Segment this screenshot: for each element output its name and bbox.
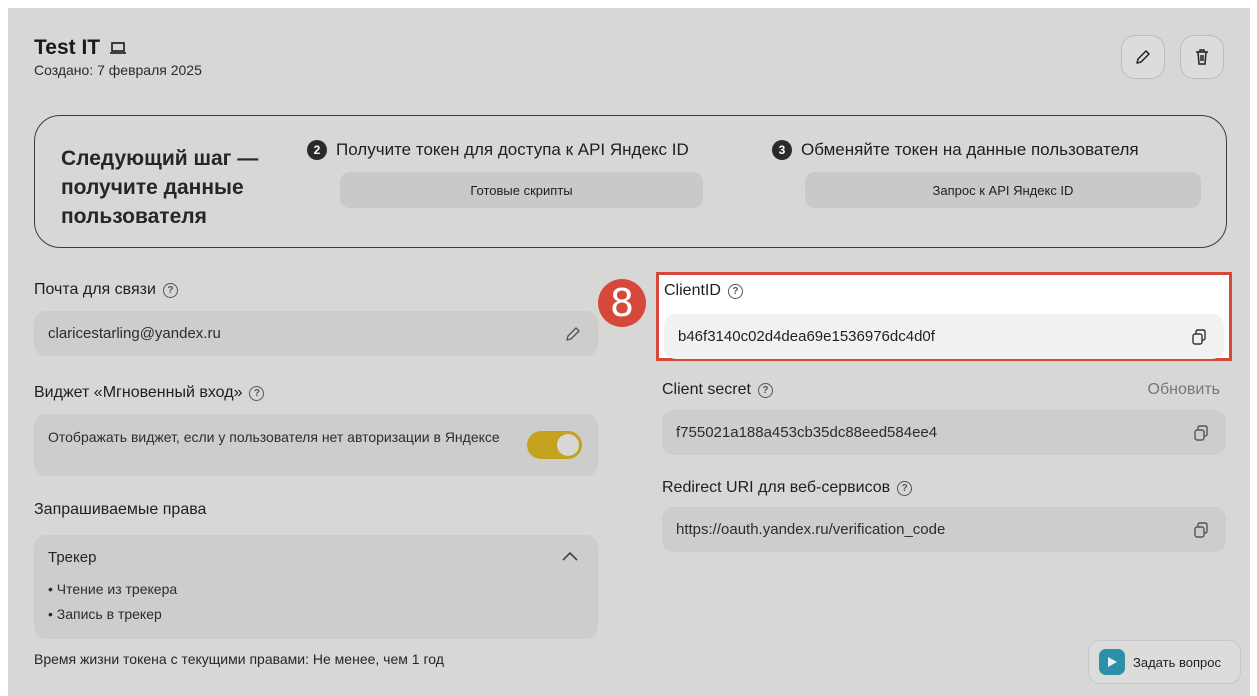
client-secret-field[interactable]: f755021a188a453cb35dc88eed584ee4 — [662, 410, 1226, 455]
toggle-knob — [557, 434, 579, 456]
chat-icon — [1099, 649, 1125, 675]
client-id-card: ClientID ? b46f3140c02d4dea69e1536976dc4… — [656, 272, 1232, 361]
rights-item: • Запись в трекер — [48, 606, 162, 622]
redirect-uri-label: Redirect URI для веб-сервисов ? — [662, 479, 913, 497]
ready-scripts-button[interactable]: Готовые скрипты — [340, 172, 703, 208]
app-title: Test IT — [34, 36, 101, 59]
step-exchange-token: 3 Обменяйте токен на данные пользователя… — [772, 140, 1202, 208]
delete-button[interactable] — [1180, 35, 1224, 79]
client-id-label-text: ClientID — [664, 282, 721, 299]
pencil-icon — [1136, 50, 1150, 64]
copy-icon[interactable] — [1192, 521, 1210, 539]
rights-label: Запрашиваемые права — [34, 501, 206, 519]
step-text: Получите токен для доступа к API Яндекс … — [336, 140, 689, 159]
step-text: Обменяйте токен на данные пользователя — [801, 140, 1139, 159]
client-secret-value: f755021a188a453cb35dc88eed584ee4 — [676, 424, 938, 441]
rights-group: Трекер • Чтение из трекера • Запись в тр… — [34, 535, 598, 639]
contact-email-field[interactable]: claricestarling@yandex.ru — [34, 311, 598, 356]
client-id-value: b46f3140c02d4dea69e1536976dc4d0f — [678, 328, 935, 345]
step-number: 3 — [772, 140, 792, 160]
widget-description: Отображать виджет, если у пользователя н… — [48, 429, 500, 445]
widget-label-text: Виджет «Мгновенный вход» — [34, 384, 243, 401]
edit-button[interactable] — [1121, 35, 1165, 79]
client-secret-label-text: Client secret — [662, 381, 751, 398]
step-number: 2 — [307, 140, 327, 160]
client-id-field[interactable]: b46f3140c02d4dea69e1536976dc4d0f — [664, 314, 1224, 359]
rights-group-title: Трекер — [48, 549, 97, 566]
app-header: Test IT — [34, 36, 127, 60]
created-date: Создано: 7 февраля 2025 — [34, 62, 202, 78]
step-badge: 8 — [598, 279, 646, 327]
rights-label-text: Запрашиваемые права — [34, 501, 207, 518]
redirect-uri-field[interactable]: https://oauth.yandex.ru/verification_cod… — [662, 507, 1226, 552]
widget-label: Виджет «Мгновенный вход» ? — [34, 384, 265, 402]
contact-email-label: Почта для связи ? — [34, 281, 178, 299]
redirect-uri-value: https://oauth.yandex.ru/verification_cod… — [676, 521, 946, 538]
redirect-uri-label-text: Redirect URI для веб-сервисов — [662, 479, 891, 496]
help-icon[interactable]: ? — [897, 480, 913, 496]
token-lifetime: Время жизни токена с текущими правами: Н… — [34, 651, 444, 667]
contact-email-label-text: Почта для связи — [34, 281, 156, 298]
pencil-icon[interactable] — [564, 325, 582, 343]
api-request-button[interactable]: Запрос к API Яндекс ID — [805, 172, 1201, 208]
widget-toggle[interactable] — [527, 431, 582, 459]
client-secret-label: Client secret ? — [662, 381, 773, 399]
next-step-panel: Следующий шаг — получите данные пользова… — [34, 115, 1227, 248]
help-icon[interactable]: ? — [249, 385, 265, 401]
help-icon[interactable]: ? — [727, 283, 743, 299]
client-id-label: ClientID ? — [664, 282, 743, 300]
widget-setting: Отображать виджет, если у пользователя н… — [34, 414, 598, 476]
copy-icon[interactable] — [1190, 328, 1208, 346]
refresh-secret-link[interactable]: Обновить — [1148, 381, 1220, 399]
chevron-up-icon[interactable] — [562, 551, 578, 561]
next-step-title: Следующий шаг — получите данные пользова… — [61, 147, 259, 228]
copy-icon[interactable] — [1192, 424, 1210, 442]
trash-icon — [1196, 49, 1208, 65]
help-icon[interactable]: ? — [757, 382, 773, 398]
step-get-token: 2 Получите токен для доступа к API Яндек… — [307, 140, 703, 208]
ask-question-button[interactable]: Задать вопрос — [1088, 640, 1241, 684]
help-icon[interactable]: ? — [162, 282, 178, 298]
app-page: Test IT Создано: 7 февраля 2025 Следующи… — [8, 8, 1250, 696]
ask-question-label: Задать вопрос — [1133, 654, 1221, 670]
contact-email-value: claricestarling@yandex.ru — [48, 325, 221, 342]
laptop-icon — [110, 42, 127, 54]
rights-item: • Чтение из трекера — [48, 581, 178, 597]
